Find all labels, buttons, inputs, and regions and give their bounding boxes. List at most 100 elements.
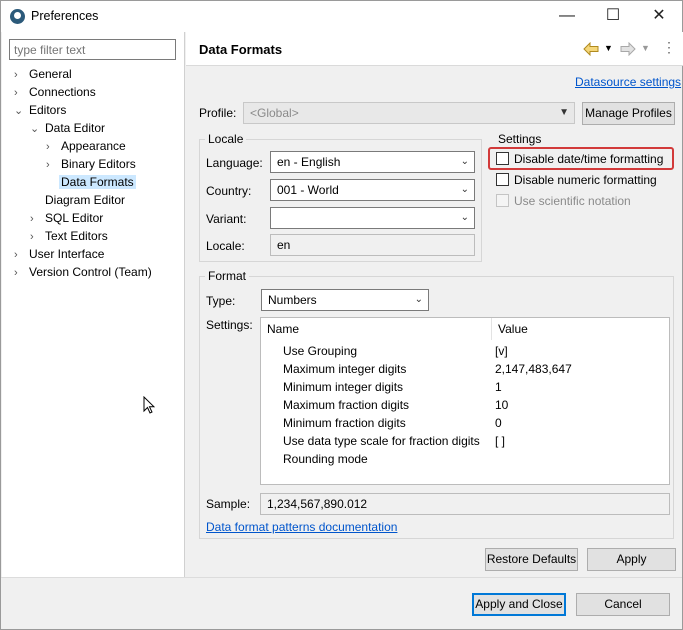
tree-item-text-editors[interactable]: › Text Editors — [30, 227, 110, 245]
tree-label: Version Control (Team) — [29, 265, 152, 279]
back-arrow-icon[interactable] — [583, 42, 599, 56]
settings-group-title: Settings — [495, 132, 545, 146]
cancel-button[interactable]: Cancel — [576, 593, 670, 616]
chevron-right-icon[interactable]: › — [14, 246, 27, 264]
chevron-right-icon[interactable]: › — [46, 138, 59, 156]
tree-item-connections[interactable]: › Connections — [14, 83, 98, 101]
table-row-name[interactable]: Minimum fraction digits — [283, 414, 406, 432]
page-header: Data Formats ▼ ▼ ⋮ — [186, 32, 683, 66]
chevron-down-icon[interactable]: ⌄ — [461, 152, 469, 172]
maximize-button[interactable]: ☐ — [590, 1, 636, 32]
chevron-down-icon[interactable]: ⌄ — [415, 290, 423, 310]
minimize-button[interactable]: — — [544, 1, 590, 32]
column-header-name[interactable]: Name — [261, 318, 491, 340]
title-bar: Preferences — ☐ ✕ — [1, 1, 682, 32]
column-header-value[interactable]: Value — [492, 318, 662, 340]
checkbox-box[interactable] — [496, 152, 509, 165]
tree-item-sql-editor[interactable]: › SQL Editor — [30, 209, 105, 227]
chevron-right-icon[interactable]: › — [46, 156, 59, 174]
table-row-value[interactable]: 10 — [495, 396, 508, 414]
locale-label: Locale: — [206, 239, 245, 253]
language-select[interactable]: en - English ⌄ — [270, 151, 475, 173]
chevron-down-icon: ▼ — [559, 107, 569, 118]
mouse-cursor-icon — [143, 396, 155, 414]
forward-arrow-icon — [620, 42, 636, 56]
table-row-name[interactable]: Use data type scale for fraction digits — [283, 432, 480, 450]
page-title: Data Formats — [199, 42, 283, 57]
close-button[interactable]: ✕ — [636, 1, 682, 32]
settings-label: Settings: — [206, 318, 253, 332]
chevron-right-icon[interactable]: › — [14, 84, 27, 102]
checkbox-label: Use scientific notation — [514, 194, 631, 208]
table-row-value[interactable]: [ ] — [495, 432, 505, 450]
checkbox-box — [496, 194, 509, 207]
format-docs-link[interactable]: Data format patterns documentation — [206, 520, 397, 534]
table-row-value[interactable]: 2,147,483,647 — [495, 360, 572, 378]
datasource-settings-link[interactable]: Datasource settings — [575, 75, 681, 89]
disable-numeric-checkbox[interactable]: Disable numeric formatting — [496, 172, 657, 188]
type-label: Type: — [206, 294, 236, 308]
manage-profiles-button[interactable]: Manage Profiles — [582, 102, 675, 125]
table-row-value[interactable]: 1 — [495, 378, 502, 396]
profile-select-value: <Global> — [250, 106, 299, 120]
checkbox-label: Disable numeric formatting — [514, 173, 657, 187]
tree-item-diagram-editor[interactable]: Diagram Editor — [30, 191, 127, 209]
variant-select[interactable]: ⌄ — [270, 207, 475, 229]
table-row-name[interactable]: Use Grouping — [283, 342, 357, 360]
tree-item-editors[interactable]: ⌄ Editors — [14, 101, 68, 119]
profile-select: <Global> ▼ — [243, 102, 575, 124]
table-row-name[interactable]: Maximum integer digits — [283, 360, 406, 378]
country-label: Country: — [206, 184, 252, 198]
type-select-value: Numbers — [268, 293, 317, 307]
tree-item-user-interface[interactable]: › User Interface — [14, 245, 106, 263]
chevron-down-icon[interactable]: ⌄ — [461, 208, 469, 228]
tree-label: Editors — [29, 103, 67, 117]
back-dropdown-icon[interactable]: ▼ — [604, 43, 613, 53]
language-select-value: en - English — [277, 155, 341, 169]
variant-label: Variant: — [206, 212, 247, 226]
chevron-down-icon[interactable]: ⌄ — [30, 120, 43, 138]
tree-item-data-editor[interactable]: ⌄ Data Editor — [30, 119, 107, 137]
app-logo-icon — [10, 9, 25, 24]
tree-item-data-formats[interactable]: Data Formats — [46, 173, 136, 191]
apply-button[interactable]: Apply — [587, 548, 676, 571]
tree-item-appearance[interactable]: › Appearance — [46, 137, 128, 155]
checkbox-label: Disable date/time formatting — [514, 152, 664, 166]
tree-item-binary-editors[interactable]: › Binary Editors — [46, 155, 138, 173]
table-row-name[interactable]: Rounding mode — [283, 450, 368, 468]
country-select[interactable]: 001 - World ⌄ — [270, 179, 475, 201]
restore-defaults-button[interactable]: Restore Defaults — [485, 548, 578, 571]
profile-label: Profile: — [199, 106, 237, 120]
chevron-right-icon[interactable]: › — [30, 210, 43, 228]
chevron-down-icon[interactable]: ⌄ — [461, 180, 469, 200]
disable-datetime-checkbox[interactable]: Disable date/time formatting — [496, 151, 663, 167]
sample-label: Sample: — [206, 497, 251, 511]
tree-label: User Interface — [29, 247, 105, 261]
tree-label: Data Editor — [45, 121, 106, 135]
tree-label: Binary Editors — [61, 157, 136, 171]
type-select[interactable]: Numbers ⌄ — [261, 289, 429, 311]
data-formats-page: Data Formats ▼ ▼ ⋮ Datasource settings P… — [186, 32, 683, 577]
tree-label: Text Editors — [45, 229, 108, 243]
apply-and-close-button[interactable]: Apply and Close — [472, 593, 566, 616]
format-group-title: Format — [205, 269, 250, 283]
table-row-value[interactable]: 0 — [495, 414, 502, 432]
table-row-name[interactable]: Minimum integer digits — [283, 378, 403, 396]
chevron-right-icon[interactable]: › — [30, 228, 43, 246]
preferences-tree-pane: ›General ›Connections ⌄Editors ⌄Data Edi… — [2, 32, 185, 577]
preferences-window: Preferences — ☐ ✕ ›General ›Connections … — [0, 0, 683, 630]
locale-field: en — [270, 234, 475, 256]
tree-item-version-control[interactable]: › Version Control (Team) — [14, 263, 154, 281]
tree-item-general[interactable]: › General — [14, 65, 74, 83]
filter-input[interactable] — [9, 39, 176, 60]
country-select-value: 001 - World — [277, 183, 339, 197]
table-row-name[interactable]: Maximum fraction digits — [283, 396, 409, 414]
checkbox-box[interactable] — [496, 173, 509, 186]
chevron-right-icon[interactable]: › — [14, 66, 27, 84]
chevron-down-icon[interactable]: ⌄ — [14, 102, 27, 120]
view-menu-icon[interactable]: ⋮ — [662, 39, 676, 56]
chevron-right-icon[interactable]: › — [14, 264, 27, 282]
language-label: Language: — [206, 156, 263, 170]
table-row-value[interactable]: [v] — [495, 342, 508, 360]
locale-group-title: Locale — [205, 132, 247, 146]
